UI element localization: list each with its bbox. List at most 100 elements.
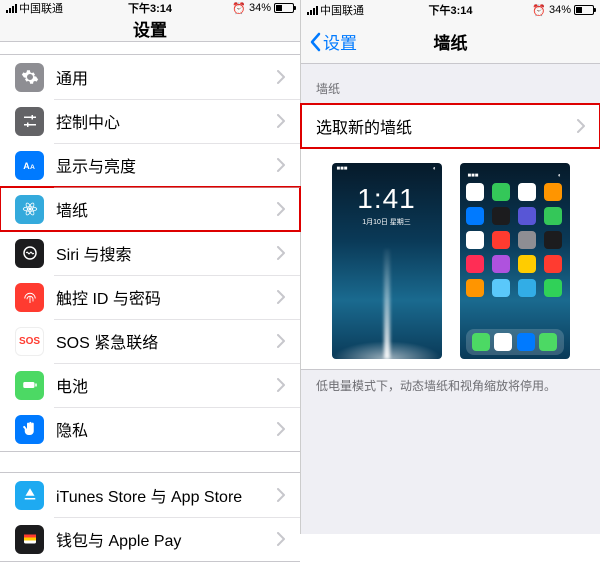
settings-row-label: 触控 ID 与密码 [56,285,277,309]
chevron-right-icon [277,70,285,84]
app-icon [492,255,510,273]
screen-wallpaper: 中国联通 下午3:14 ⏰ 34% 设置 墙纸 墙纸 选取新的墙纸 ■■■◐ 1… [300,0,600,534]
sos-icon: SOS [15,327,44,356]
back-button[interactable]: 设置 [309,29,357,54]
alarm-icon: ⏰ [532,4,546,17]
chevron-right-icon [277,422,285,436]
status-time: 下午3:14 [128,0,172,16]
carrier-label: 中国联通 [320,2,364,18]
wallpaper-previews: ■■■◐ 1:41 1月10日 星期三 ■■■◐ [301,149,600,370]
app-icon [492,279,510,297]
settings-row-display[interactable]: AA 显示与亮度 [0,143,300,187]
lock-date: 1月10日 星期三 [362,217,411,227]
app-icon [518,207,536,225]
app-icon [518,279,536,297]
choose-wallpaper-row[interactable]: 选取新的墙纸 [301,104,600,148]
app-icon [466,231,484,249]
dock-app-icon [539,333,557,351]
sliders-icon [15,107,44,136]
svg-text:A: A [30,164,35,171]
chevron-right-icon [277,246,285,260]
app-icon [544,231,562,249]
app-icon [466,255,484,273]
screen-settings: 中国联通 下午3:14 ⏰ 34% 设置 通用控制中心 AA 显示与亮度墙纸 Siri… [0,0,300,534]
app-icon [518,255,536,273]
settings-row-wallet[interactable]: 钱包与 Apple Pay [0,517,300,561]
flower-icon [15,195,44,224]
svg-text:A: A [23,161,30,171]
settings-row-privacy[interactable]: 隐私 [0,407,300,451]
settings-row-general[interactable]: 通用 [0,55,300,99]
settings-list: 通用控制中心 AA 显示与亮度墙纸 Siri 与搜索触控 ID 与密码 SOS SOS 紧… [0,42,300,562]
app-icon [492,207,510,225]
lock-time: 1:41 [357,183,416,215]
settings-row-label: 钱包与 Apple Pay [56,527,277,551]
settings-row-label: 墙纸 [56,197,277,221]
settings-row-control[interactable]: 控制中心 [0,99,300,143]
settings-row-wallpaper[interactable]: 墙纸 [0,187,300,231]
settings-row-label: SOS 紧急联络 [56,329,277,353]
gear-icon [15,63,44,92]
chevron-right-icon [277,378,285,392]
battery-pct: 34% [549,4,571,16]
dock-app-icon [494,333,512,351]
chevron-right-icon [277,202,285,216]
app-icon [466,207,484,225]
settings-row-touchid[interactable]: 触控 ID 与密码 [0,275,300,319]
app-icon [544,183,562,201]
battery-icon [574,5,594,15]
app-icon [466,279,484,297]
hand-icon [15,415,44,444]
aa-icon: AA [15,151,44,180]
signal-icon [6,3,17,13]
appstore-icon [15,481,44,510]
siri-icon [15,239,44,268]
chevron-left-icon [309,32,321,52]
back-label: 设置 [323,29,357,54]
signal-icon [307,5,318,15]
settings-row-label: 控制中心 [56,109,277,133]
settings-row-label: 隐私 [56,417,277,441]
nav-bar: 设置 [0,16,300,42]
settings-row-label: 电池 [56,373,277,397]
settings-row-label: iTunes Store 与 App Store [56,483,277,507]
chevron-right-icon [277,334,285,348]
app-icon [518,231,536,249]
settings-row-battery[interactable]: 电池 [0,363,300,407]
chevron-right-icon [577,119,585,133]
wallet-icon [15,525,44,554]
fingerprint-icon [15,283,44,312]
status-time: 下午3:14 [428,2,472,18]
nav-bar: 设置 墙纸 [301,20,600,64]
section-header: 墙纸 [301,64,600,103]
wallpaper-hint: 低电量模式下，动态墙纸和视角缩放将停用。 [301,370,600,395]
settings-row-label: 显示与亮度 [56,153,277,177]
settings-row-siri[interactable]: Siri 与搜索 [0,231,300,275]
settings-row-label: 通用 [56,65,277,89]
app-icon [544,207,562,225]
page-title: 设置 [0,16,300,41]
alarm-icon: ⏰ [232,2,246,15]
settings-row-itunes[interactable]: iTunes Store 与 App Store [0,473,300,517]
app-icon [466,183,484,201]
battery-pct: 34% [249,2,271,14]
settings-row-label: Siri 与搜索 [56,241,277,265]
dock-app-icon [517,333,535,351]
status-bar: 中国联通 下午3:14 ⏰ 34% [0,0,300,16]
status-bar: 中国联通 下午3:14 ⏰ 34% [301,0,600,20]
app-icon [518,183,536,201]
battery-icon [274,3,294,13]
choose-wallpaper-label: 选取新的墙纸 [316,114,577,138]
lockscreen-preview[interactable]: ■■■◐ 1:41 1月10日 星期三 [332,163,442,359]
carrier-label: 中国联通 [19,0,63,16]
app-icon [544,279,562,297]
settings-row-sos[interactable]: SOS SOS 紧急联络 [0,319,300,363]
chevron-right-icon [277,532,285,546]
homescreen-preview[interactable]: ■■■◐ [460,163,570,359]
app-icon [492,231,510,249]
dock-app-icon [472,333,490,351]
chevron-right-icon [277,290,285,304]
app-icon [544,255,562,273]
battery-icon [15,371,44,400]
chevron-right-icon [277,158,285,172]
